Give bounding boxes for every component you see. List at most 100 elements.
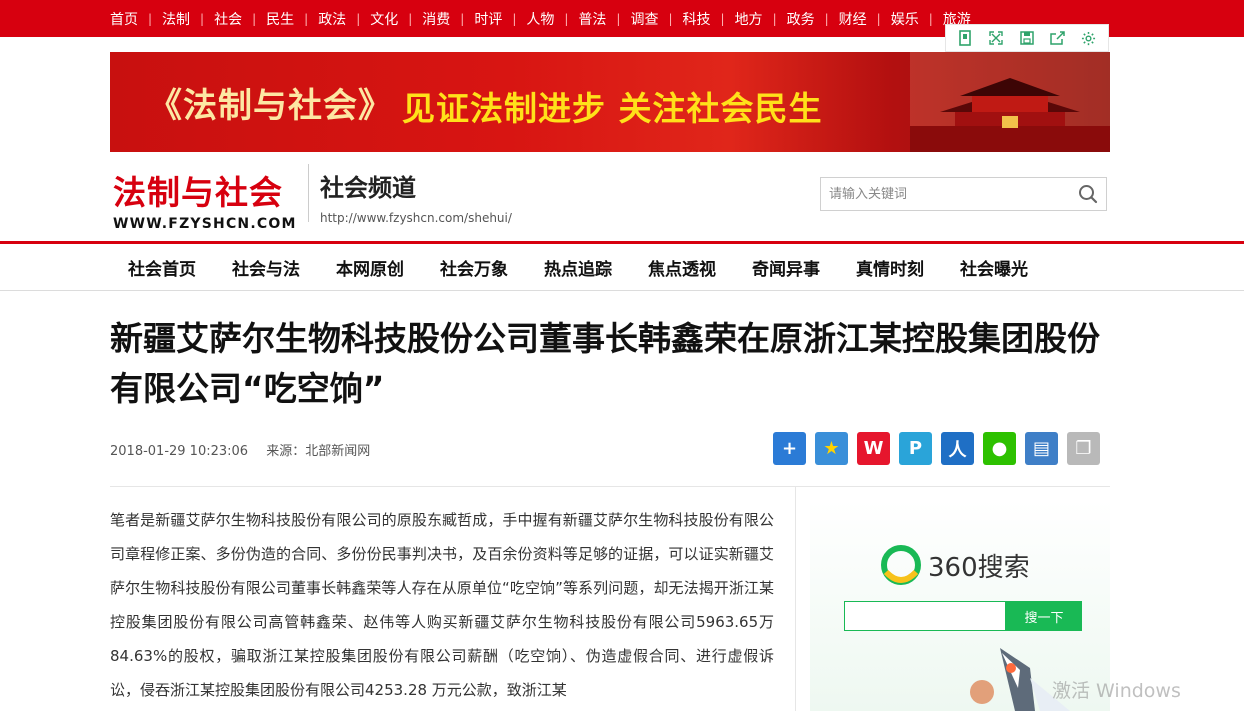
- top-nav-link[interactable]: 政务: [787, 9, 815, 29]
- channel-nav-item[interactable]: 社会曝光: [960, 255, 1028, 280]
- top-nav-separator: |: [512, 11, 517, 26]
- top-nav-item: | 政务: [763, 9, 815, 29]
- article-date: 2018-01-29 10:23:06: [110, 444, 249, 459]
- top-nav-link[interactable]: 科技: [683, 9, 711, 29]
- renren-icon[interactable]: 人: [941, 432, 974, 465]
- channel-url[interactable]: http://www.fzyshcn.com/shehui/: [320, 211, 512, 225]
- top-nav-separator: |: [304, 11, 309, 26]
- top-nav-separator: |: [772, 11, 777, 26]
- top-nav-separator: |: [408, 11, 413, 26]
- top-nav-separator: |: [824, 11, 829, 26]
- channel-nav-divider: [0, 290, 1244, 291]
- top-nav-item: | 财经: [815, 9, 867, 29]
- top-nav-link[interactable]: 地方: [735, 9, 763, 29]
- content-divider: [110, 486, 1110, 487]
- top-nav-separator: |: [928, 11, 933, 26]
- top-nav-separator: |: [668, 11, 673, 26]
- channel-nav-item[interactable]: 焦点透视: [648, 255, 716, 280]
- top-nav-item: | 时评: [450, 9, 502, 29]
- top-nav-separator: |: [564, 11, 569, 26]
- top-nav-separator: |: [200, 11, 205, 26]
- top-nav-link[interactable]: 社会: [214, 9, 242, 29]
- top-nav-link[interactable]: 人物: [526, 9, 554, 29]
- banner-magazine-title: 《法制与社会》: [148, 86, 393, 126]
- channel-nav-item[interactable]: 真情时刻: [856, 255, 924, 280]
- top-nav-link[interactable]: 政法: [318, 9, 346, 29]
- qzone-icon[interactable]: P: [899, 432, 932, 465]
- channel-name[interactable]: 社会频道: [320, 168, 512, 203]
- site-logo[interactable]: 法制与社会 WWW.FZYSHCN.COM: [113, 166, 297, 232]
- channel-nav-item[interactable]: 社会万象: [440, 255, 508, 280]
- logo-divider: [308, 164, 309, 222]
- wechat-icon[interactable]: ●: [983, 432, 1016, 465]
- top-nav-link[interactable]: 普法: [578, 9, 606, 29]
- article-title: 新疆艾萨尔生物科技股份公司董事长韩鑫荣在原浙江某控股集团股份有限公司“吃空饷”: [110, 319, 1100, 408]
- sidebar-divider: [795, 486, 796, 711]
- top-nav-link[interactable]: 首页: [110, 9, 138, 29]
- top-nav-item: | 法制: [138, 9, 190, 29]
- site-logo-name: 法制与社会: [113, 173, 283, 212]
- top-nav-item: | 人物: [502, 9, 554, 29]
- fullscreen-icon[interactable]: [985, 27, 1007, 49]
- 360-search-input[interactable]: [844, 601, 1006, 631]
- top-nav-item: | 民生: [242, 9, 294, 29]
- channel-nav-item[interactable]: 本网原创: [336, 255, 404, 280]
- top-nav-link[interactable]: 财经: [839, 9, 867, 29]
- top-nav-link[interactable]: 民生: [266, 9, 294, 29]
- site-search: [820, 177, 1107, 211]
- channel-header: 社会频道 http://www.fzyshcn.com/shehui/: [320, 168, 512, 225]
- search-icon: [1079, 185, 1098, 204]
- channel-nav-item[interactable]: 热点追踪: [544, 255, 612, 280]
- top-nav-separator: |: [252, 11, 257, 26]
- top-nav-separator: |: [148, 11, 153, 26]
- article-meta: 2018-01-29 10:23:06 来源：北部新闻网: [110, 440, 370, 459]
- share-out-icon[interactable]: [1047, 27, 1069, 49]
- channel-nav-item[interactable]: 奇闻异事: [752, 255, 820, 280]
- top-nav-link[interactable]: 消费: [422, 9, 450, 29]
- top-nav-item: | 娱乐: [867, 9, 919, 29]
- channel-nav-item[interactable]: 社会首页: [128, 255, 196, 280]
- search-input[interactable]: [821, 178, 1071, 210]
- 360-logo-icon: [881, 545, 921, 585]
- article-source: 来源：北部新闻网: [266, 444, 371, 459]
- article-body: 笔者是新疆艾萨尔生物科技股份有限公司的原股东臧哲成，手中握有新疆艾萨尔生物科技股…: [110, 511, 774, 699]
- bookmark-icon[interactable]: [954, 27, 976, 49]
- top-nav-separator: |: [720, 11, 725, 26]
- gear-icon[interactable]: [1078, 27, 1100, 49]
- top-nav-link[interactable]: 调查: [630, 9, 658, 29]
- top-nav-list: 首页 | 法制 | 社会 | 民生 | 政法 | 文化 | 消费 | 时评 | 人物 | 普法 | 调查 | 科技 | 地方 | 政…: [110, 0, 971, 37]
- top-nav-item: | 普法: [554, 9, 606, 29]
- share-bar: + ★ W P 人 ● ▤ ❐: [773, 432, 1109, 465]
- top-nav-separator: |: [460, 11, 465, 26]
- weibo-icon[interactable]: W: [857, 432, 890, 465]
- search-button[interactable]: [1070, 178, 1106, 210]
- top-nav-item: | 文化: [346, 9, 398, 29]
- plus-icon[interactable]: +: [773, 432, 806, 465]
- channel-nav-item[interactable]: 社会与法: [232, 255, 300, 280]
- star-icon[interactable]: ★: [815, 432, 848, 465]
- top-nav-item: | 消费: [398, 9, 450, 29]
- save-icon[interactable]: [1016, 27, 1038, 49]
- top-nav-link[interactable]: 娱乐: [891, 9, 919, 29]
- top-nav-separator: |: [616, 11, 621, 26]
- channel-nav: 社会首页 社会与法 本网原创 社会万象 热点追踪 焦点透视 奇闻异事 真情时刻 社会曝光: [110, 244, 1110, 290]
- top-nav-link[interactable]: 法制: [162, 9, 190, 29]
- top-nav-item: | 社会: [190, 9, 242, 29]
- top-nav-link[interactable]: 时评: [474, 9, 502, 29]
- 360-search-button[interactable]: 搜一下: [1006, 601, 1082, 631]
- top-nav-item: | 地方: [711, 9, 763, 29]
- top-nav-link[interactable]: 文化: [370, 9, 398, 29]
- top-nav-item: | 调查: [606, 9, 658, 29]
- print-icon[interactable]: ▤: [1025, 432, 1058, 465]
- 360-brand[interactable]: 360搜索: [880, 544, 1030, 586]
- banner[interactable]: 《法制与社会》 见证法制进步 关注社会民生: [110, 52, 1110, 152]
- top-nav-separator: |: [356, 11, 361, 26]
- banner-slogan: 见证法制进步 关注社会民生: [402, 89, 823, 128]
- site-logo-url: WWW.FZYSHCN.COM: [113, 216, 297, 232]
- top-nav-item: | 政法: [294, 9, 346, 29]
- windows-activation-watermark: 激活 Windows: [1052, 680, 1181, 702]
- top-nav-item: 首页: [110, 9, 138, 29]
- copy-icon[interactable]: ❐: [1067, 432, 1100, 465]
- top-nav-separator: |: [876, 11, 881, 26]
- 360-brand-text: 360搜索: [928, 552, 1030, 583]
